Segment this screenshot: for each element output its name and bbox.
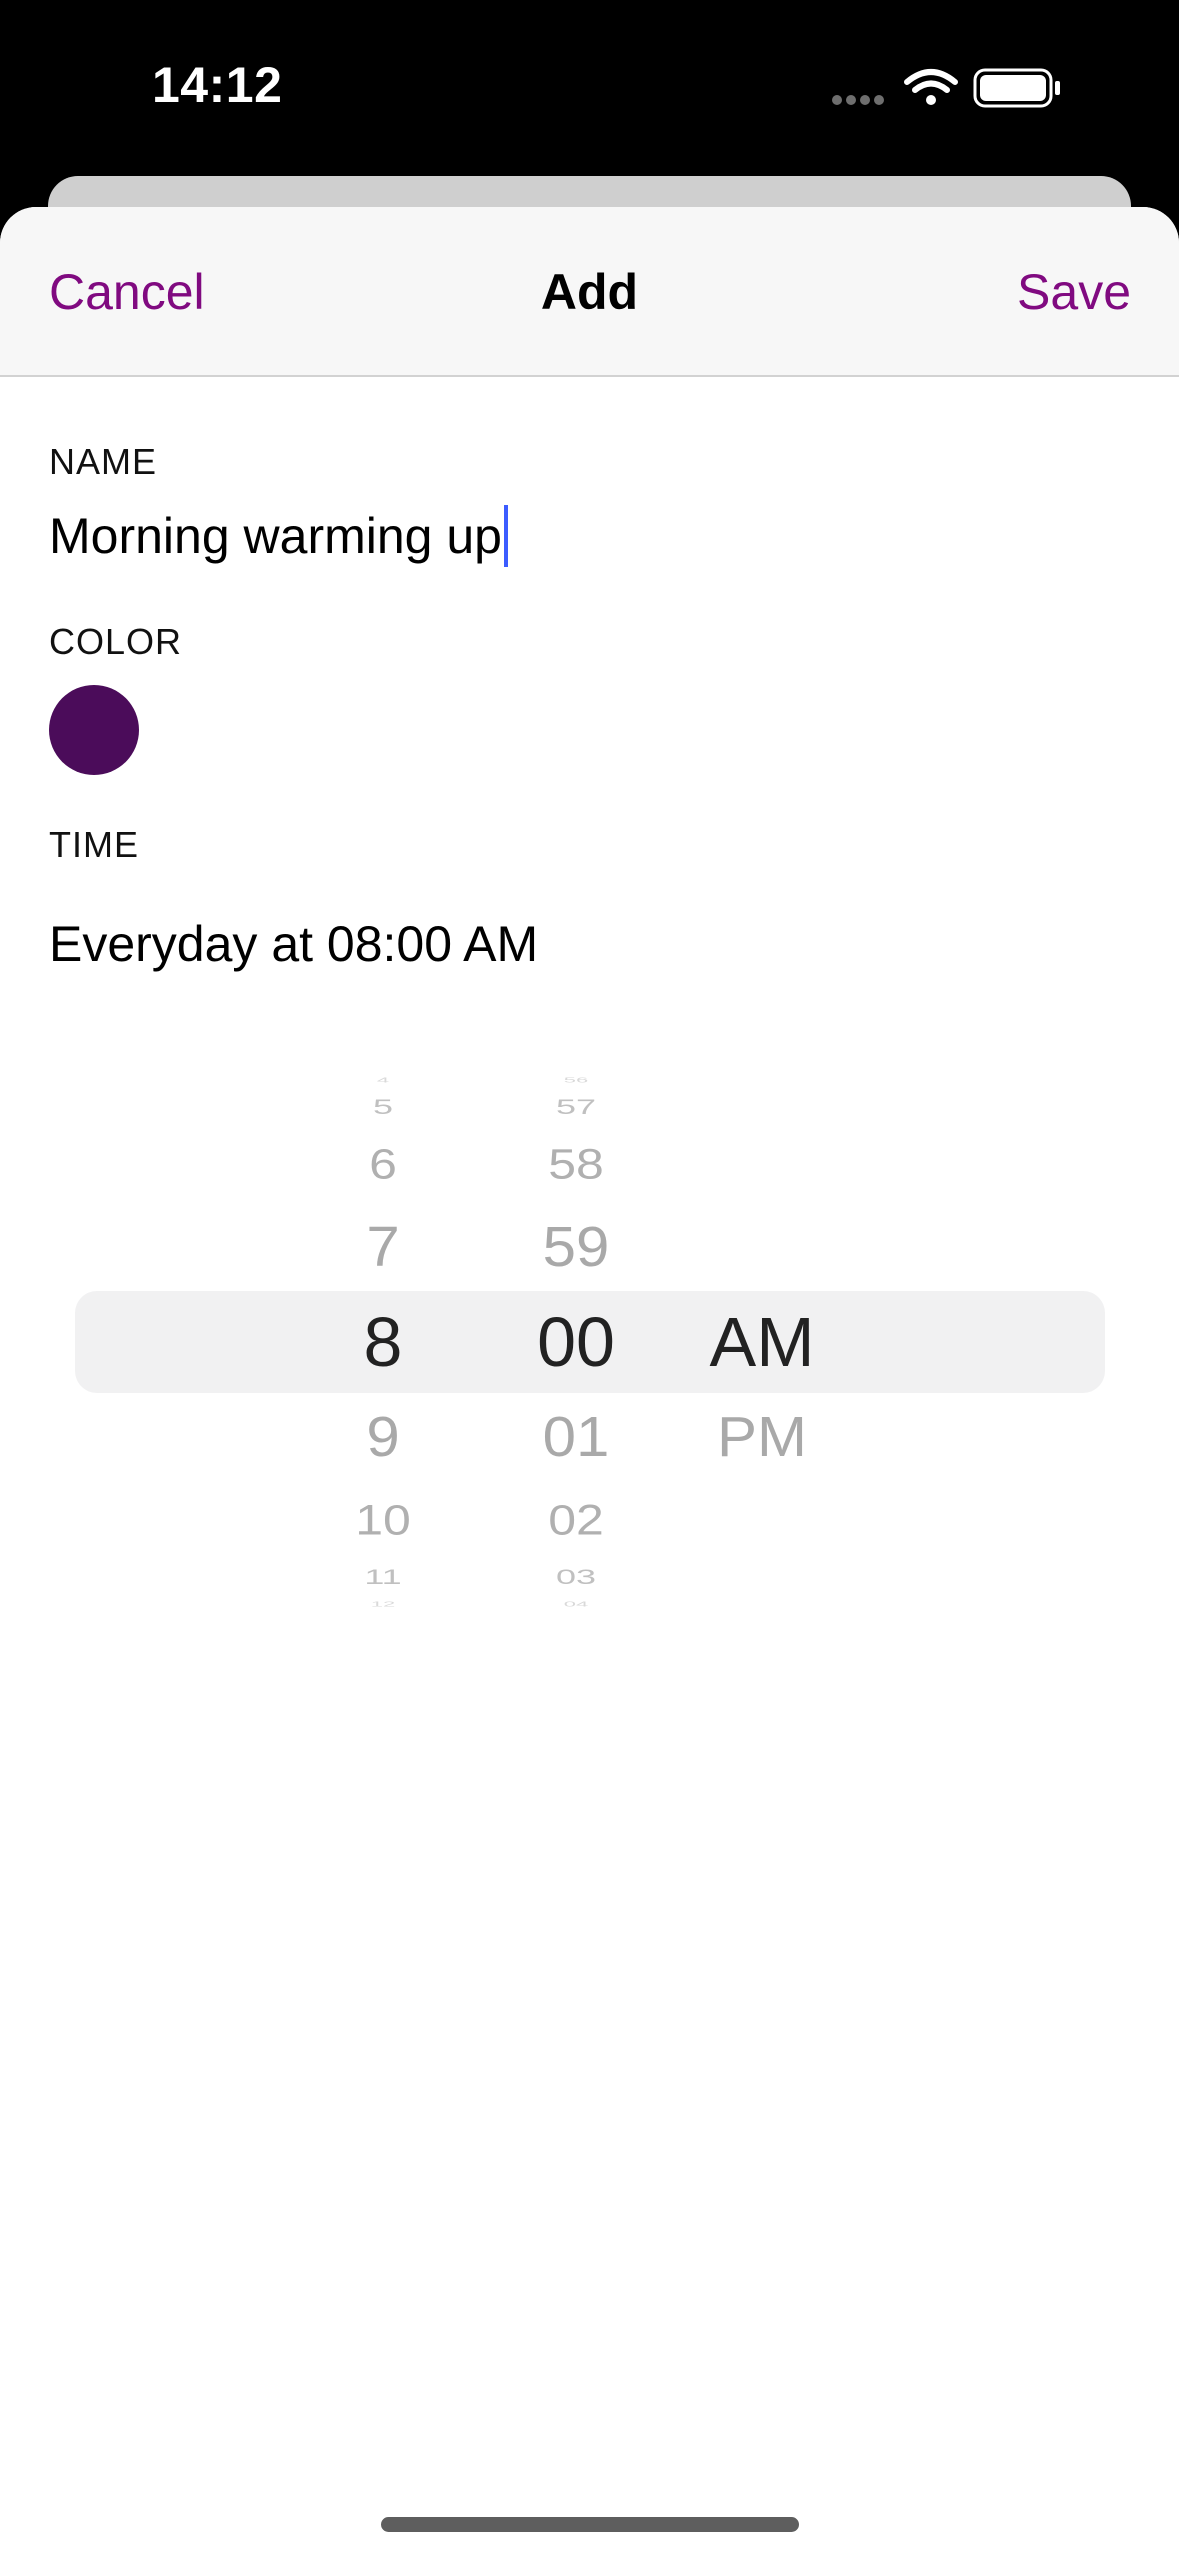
hour-item-option[interactable]: 10 <box>283 1499 483 1542</box>
hour-item-option[interactable]: 7 <box>283 1218 483 1276</box>
period-wheel[interactable]: AM PM <box>662 1067 862 1617</box>
minute-item-option[interactable]: 04 <box>476 1600 676 1608</box>
status-time: 14:12 <box>152 57 283 113</box>
minute-item-option[interactable]: 58 <box>476 1143 676 1186</box>
hour-item-option[interactable]: 9 <box>283 1408 483 1466</box>
minute-item-option[interactable]: 02 <box>476 1499 676 1542</box>
period-item-option[interactable]: PM <box>662 1408 862 1466</box>
time-picker[interactable]: 4 5 6 7 8 9 10 11 12 56 57 58 59 00 01 02 03 04 AM PM <box>0 1067 1179 1617</box>
save-button[interactable]: Save <box>1017 263 1131 321</box>
hour-item-option[interactable]: 6 <box>283 1143 483 1186</box>
hour-item-option[interactable]: 11 <box>283 1566 483 1588</box>
status-icons <box>832 68 1060 108</box>
time-summary: Everyday at 08:00 AM <box>49 916 539 972</box>
minute-item-option[interactable]: 57 <box>476 1096 676 1118</box>
minute-item-option[interactable]: 56 <box>476 1076 676 1084</box>
nav-bar: Cancel Add Save <box>0 207 1179 377</box>
color-swatch[interactable] <box>49 685 139 775</box>
minute-item-option[interactable]: 59 <box>476 1218 676 1276</box>
name-label: NAME <box>49 441 158 482</box>
minute-item-option[interactable]: 03 <box>476 1566 676 1588</box>
period-item-selected[interactable]: AM <box>662 1307 862 1377</box>
status-bar: 14:12 <box>0 0 1179 170</box>
hour-wheel[interactable]: 4 5 6 7 8 9 10 11 12 <box>283 1067 483 1617</box>
hour-item-option[interactable]: 4 <box>283 1076 483 1084</box>
cellular-dots-icon <box>832 95 884 105</box>
battery-icon <box>973 68 1060 108</box>
add-sheet: Cancel Add Save NAME Morning warming up … <box>0 207 1179 2556</box>
minute-item-option[interactable]: 01 <box>476 1408 676 1466</box>
time-label: TIME <box>49 824 139 865</box>
name-input[interactable]: Morning warming up <box>49 505 508 567</box>
name-input-value: Morning warming up <box>49 508 502 564</box>
home-indicator <box>381 2517 799 2532</box>
minute-wheel[interactable]: 56 57 58 59 00 01 02 03 04 <box>476 1067 676 1617</box>
hour-item-option[interactable]: 5 <box>283 1096 483 1118</box>
text-caret <box>503 505 508 567</box>
hour-item-selected[interactable]: 8 <box>283 1307 483 1377</box>
color-label: COLOR <box>49 621 183 662</box>
minute-item-selected[interactable]: 00 <box>476 1307 676 1377</box>
hour-item-option[interactable]: 12 <box>283 1600 483 1608</box>
page-title: Add <box>540 264 639 320</box>
wifi-icon <box>904 69 958 105</box>
